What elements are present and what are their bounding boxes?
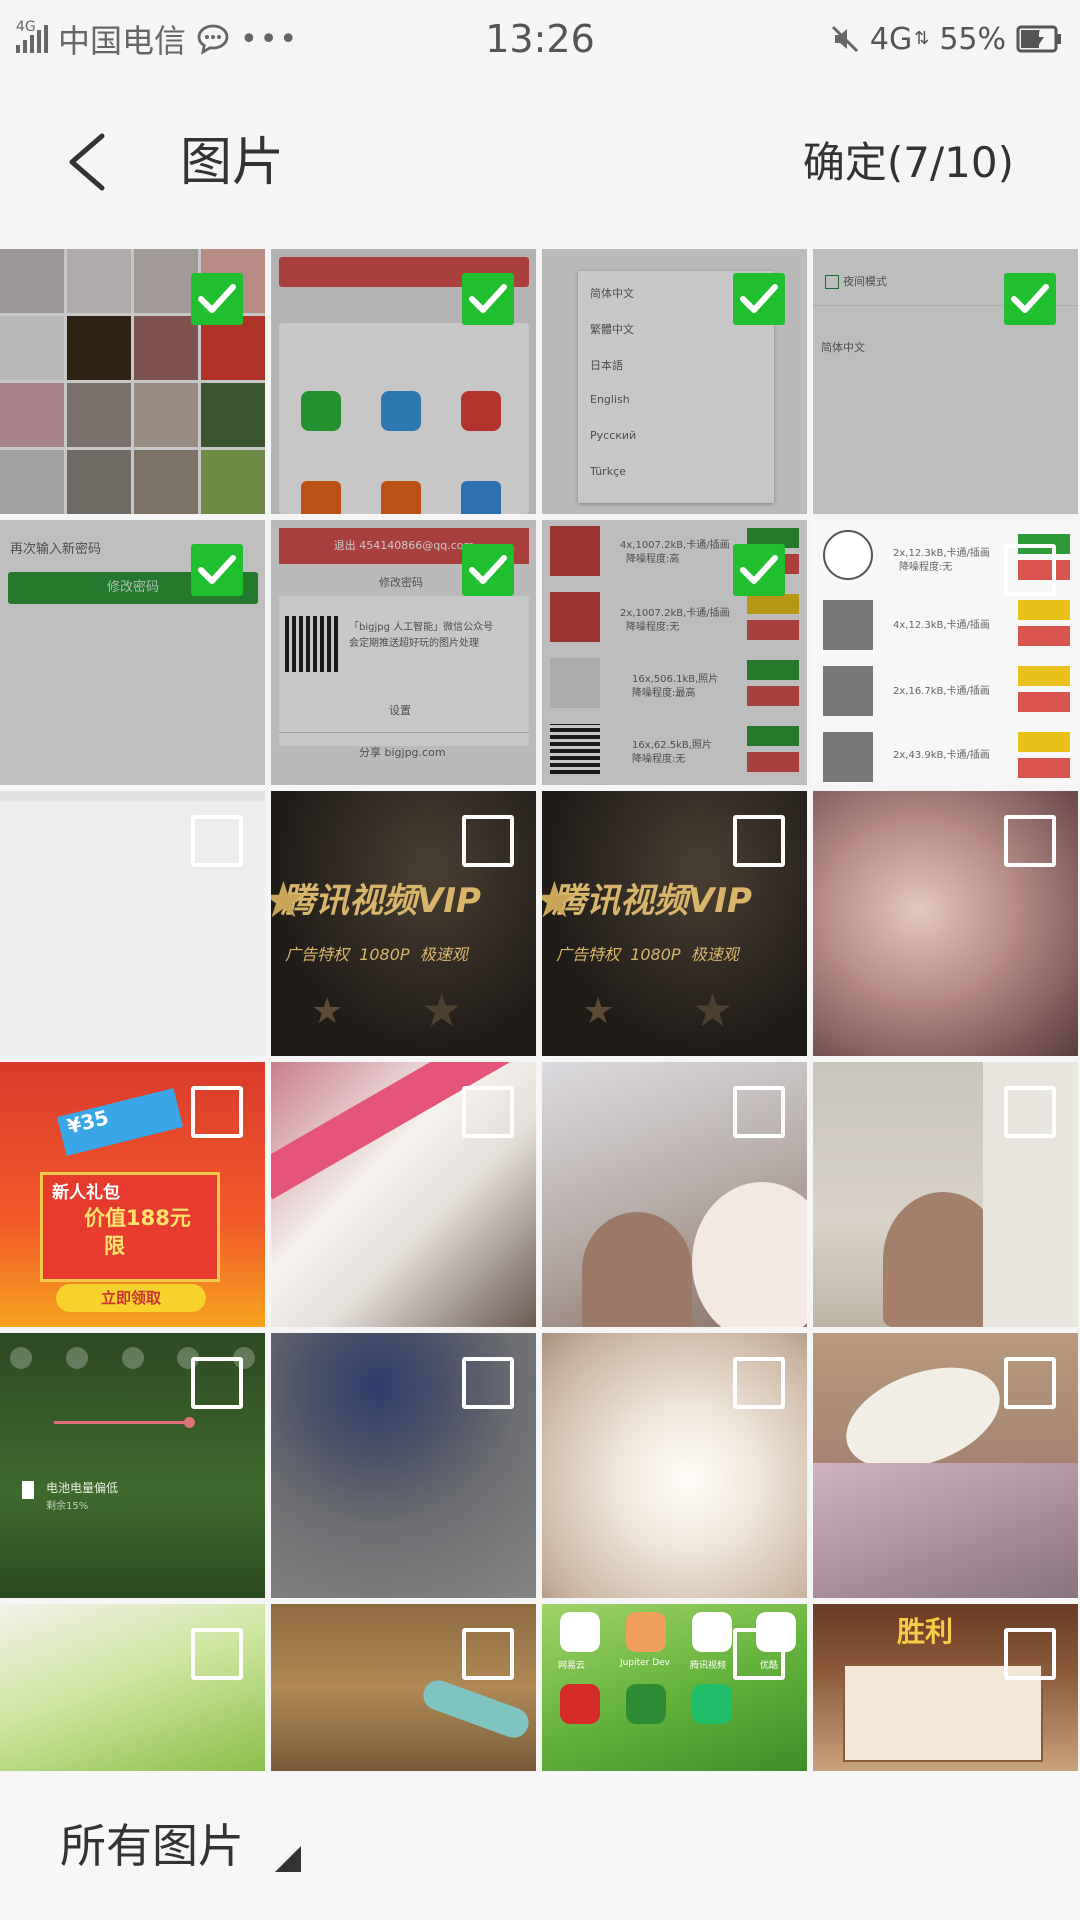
back-arrow-icon[interactable] <box>50 122 130 202</box>
check-icon <box>469 284 507 313</box>
photo-thumb-6[interactable]: 退出 454140866@qq.com 修改密码 「bigjpg 人工智能」微信… <box>271 520 536 785</box>
photo-thumb-19[interactable] <box>542 1333 807 1598</box>
selection-checkbox[interactable] <box>191 1357 243 1409</box>
network-type-label: 4G <box>16 19 36 35</box>
photo-thumb-5[interactable]: 再次输入新密码 修改密码 <box>0 520 265 785</box>
photo-thumb-8[interactable]: 2x,12.3kB,卡通/插画 降噪程度:无 4x,12.3kB,卡通/插画 2… <box>813 520 1078 785</box>
selected-checkbox[interactable] <box>733 544 785 596</box>
check-icon <box>740 555 778 584</box>
selection-checkbox[interactable] <box>733 1628 785 1680</box>
photo-thumb-2[interactable] <box>271 249 536 514</box>
photo-thumb-3[interactable]: 简体中文 繁體中文 日本語 English Русский Türkçe <box>542 249 807 514</box>
selected-checkbox[interactable] <box>733 273 785 325</box>
photo-thumb-1[interactable] <box>0 249 265 514</box>
photo-thumb-22[interactable] <box>271 1604 536 1771</box>
photo-thumb-21[interactable] <box>0 1604 265 1771</box>
selection-checkbox[interactable] <box>191 1628 243 1680</box>
photo-thumb-20[interactable] <box>813 1333 1078 1598</box>
dropdown-triangle-icon[interactable] <box>275 1846 301 1872</box>
selection-checkbox[interactable] <box>462 1086 514 1138</box>
selection-checkbox[interactable] <box>191 815 243 867</box>
photo-thumb-16[interactable] <box>813 1062 1078 1327</box>
selection-checkbox[interactable] <box>733 1357 785 1409</box>
promo-title: 腾讯视频VIP <box>281 881 481 921</box>
selected-checkbox[interactable] <box>191 273 243 325</box>
status-bar: 4G 中国电信 ••• 13:26 4G ⇅ 55% <box>0 0 1080 78</box>
more-notifications-icon: ••• <box>240 21 300 57</box>
selection-checkbox[interactable] <box>1004 1086 1056 1138</box>
photo-thumb-24[interactable]: 胜利 <box>813 1604 1078 1771</box>
photo-thumb-11[interactable]: 腾讯视频VIP 广告特权 1080P 极速观 ★ ★ ★ <box>542 791 807 1056</box>
selection-checkbox[interactable] <box>1004 815 1056 867</box>
promo-title: 腾讯视频VIP <box>552 881 752 921</box>
check-icon <box>1011 284 1049 313</box>
photo-thumb-12[interactable] <box>813 791 1078 1056</box>
chat-bubble-icon <box>197 24 229 55</box>
selected-checkbox[interactable] <box>462 273 514 325</box>
photo-thumb-15[interactable] <box>542 1062 807 1327</box>
data-arrows-icon: ⇅ <box>914 28 930 49</box>
mobile-data-label: 4G <box>869 21 913 57</box>
bottom-bar: 所有图片 <box>0 1772 1080 1920</box>
selected-checkbox[interactable] <box>191 544 243 596</box>
photo-thumb-23[interactable]: 网易云 Jupiter Dev 腾讯视频 优酷 <box>542 1604 807 1771</box>
selection-checkbox[interactable] <box>733 815 785 867</box>
photo-thumb-18[interactable] <box>271 1333 536 1598</box>
selection-checkbox[interactable] <box>462 1357 514 1409</box>
selection-checkbox[interactable] <box>1004 1357 1056 1409</box>
photo-thumb-14[interactable] <box>271 1062 536 1327</box>
status-left: 4G 中国电信 ••• <box>16 14 299 64</box>
selection-checkbox[interactable] <box>1004 544 1056 596</box>
selection-checkbox[interactable] <box>1004 1628 1056 1680</box>
status-right: 4G ⇅ 55% <box>830 14 1062 64</box>
page-title: 图片 <box>180 133 285 193</box>
selection-checkbox[interactable] <box>733 1086 785 1138</box>
battery-charging-icon <box>1016 25 1061 53</box>
selected-checkbox[interactable] <box>1004 273 1056 325</box>
app-bar: 图片 确定(7/10) <box>0 78 1080 248</box>
selection-checkbox[interactable] <box>462 1628 514 1680</box>
check-icon <box>469 555 507 584</box>
signal-icon: 4G <box>16 19 48 53</box>
album-selector[interactable]: 所有图片 <box>60 1816 244 1876</box>
photo-thumb-4[interactable]: 夜间模式 简体中文 <box>813 249 1078 514</box>
photo-thumb-7[interactable]: 4x,1007.2kB,卡通/插画 降噪程度:高 2x,1007.2kB,卡通/… <box>542 520 807 785</box>
check-icon <box>198 284 236 313</box>
photo-grid: 简体中文 繁體中文 日本語 English Русский Türkçe 夜间模… <box>0 249 1080 1771</box>
photo-thumb-13[interactable]: ¥35 新人礼包 价值188元 限 立即领取 <box>0 1062 265 1327</box>
mute-icon <box>831 25 858 53</box>
photo-thumb-17[interactable]: 电池电量偏低 剩余15% <box>0 1333 265 1598</box>
selection-checkbox[interactable] <box>191 1086 243 1138</box>
check-icon <box>740 284 778 313</box>
battery-percent: 55% <box>939 21 1006 57</box>
photo-thumb-10[interactable]: 腾讯视频VIP 广告特权 1080P 极速观 ★ ★ ★ <box>271 791 536 1056</box>
selection-checkbox[interactable] <box>462 815 514 867</box>
photo-thumb-9[interactable] <box>0 791 265 1056</box>
selected-checkbox[interactable] <box>462 544 514 596</box>
confirm-button[interactable]: 确定(7/10) <box>803 133 1014 193</box>
carrier-label: 中国电信 <box>58 22 187 60</box>
check-icon <box>198 555 236 584</box>
